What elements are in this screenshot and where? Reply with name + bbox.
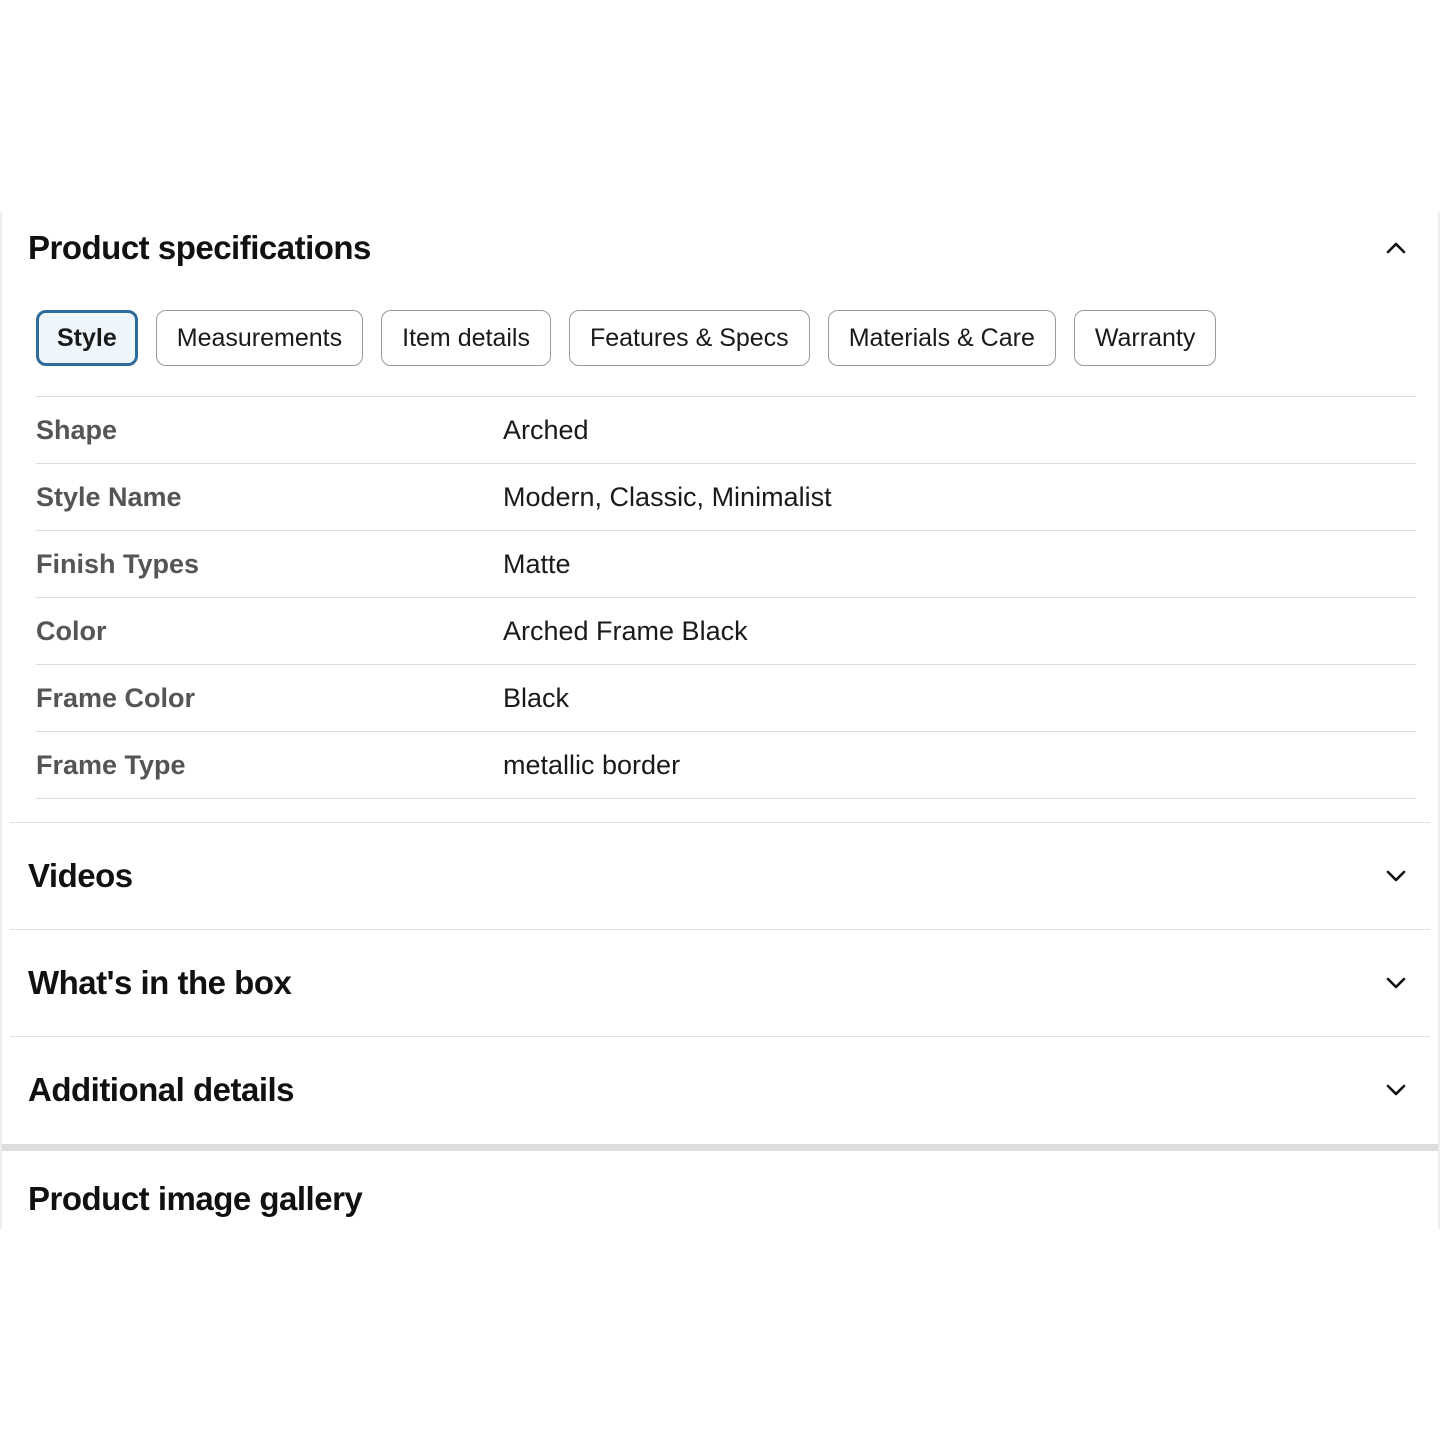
table-row: Frame Type metallic border	[36, 732, 1416, 799]
spec-tabs: Style Measurements Item details Features…	[36, 310, 1217, 366]
product-image-gallery-section: Product image gallery	[10, 1151, 1430, 1247]
videos-header[interactable]: Videos	[10, 823, 1430, 929]
table-row: Shape Arched	[36, 397, 1416, 464]
table-row: Style Name Modern, Classic, Minimalist	[36, 464, 1416, 531]
spec-value: Black	[503, 682, 570, 713]
table-row: Frame Color Black	[36, 665, 1416, 732]
tab-style[interactable]: Style	[36, 310, 138, 366]
tab-warranty[interactable]: Warranty	[1073, 310, 1217, 366]
spec-key: Color	[36, 615, 107, 646]
spec-value: metallic border	[503, 749, 681, 780]
additional-details-section: Additional details	[10, 1037, 1430, 1144]
section-title: Product image gallery	[28, 1180, 363, 1217]
spec-value: Modern, Classic, Minimalist	[503, 481, 832, 512]
spec-key: Style Name	[36, 481, 182, 512]
whats-in-the-box-header[interactable]: What's in the box	[10, 930, 1430, 1036]
spec-key: Shape	[36, 414, 118, 445]
product-specifications-header[interactable]: Product specifications	[10, 212, 1430, 284]
section-title: What's in the box	[28, 964, 292, 1001]
page: Product specifications Style Measurement…	[0, 0, 1440, 1440]
spec-value: Arched Frame Black	[503, 615, 748, 646]
videos-section: Videos	[10, 823, 1430, 930]
tab-materials-care[interactable]: Materials & Care	[827, 310, 1056, 366]
section-title: Additional details	[28, 1071, 295, 1108]
tab-measurements[interactable]: Measurements	[155, 310, 364, 366]
section-title: Videos	[28, 857, 133, 894]
additional-details-header[interactable]: Additional details	[10, 1037, 1430, 1143]
table-row: Finish Types Matte	[36, 531, 1416, 598]
spec-value: Matte	[503, 548, 571, 579]
chevron-down-icon[interactable]	[1384, 971, 1408, 995]
chevron-up-icon[interactable]	[1384, 236, 1408, 260]
product-details-panel: Product specifications Style Measurement…	[0, 212, 1440, 1229]
product-specifications-section: Product specifications Style Measurement…	[10, 212, 1430, 823]
spec-key: Frame Type	[36, 749, 186, 780]
spec-value: Arched	[503, 414, 589, 445]
spec-key: Finish Types	[36, 548, 200, 579]
chevron-down-icon[interactable]	[1384, 864, 1408, 888]
chevron-down-icon[interactable]	[1384, 1078, 1408, 1102]
gallery-header: Product image gallery	[10, 1151, 1430, 1247]
tab-features-specs[interactable]: Features & Specs	[568, 310, 810, 366]
section-title: Product specifications	[28, 229, 371, 266]
spec-key: Frame Color	[36, 682, 196, 713]
spec-table: Shape Arched Style Name Modern, Classic,…	[36, 396, 1416, 799]
table-row: Color Arched Frame Black	[36, 598, 1416, 665]
tab-item-details[interactable]: Item details	[381, 310, 551, 366]
section-divider	[2, 1144, 1438, 1151]
whats-in-the-box-section: What's in the box	[10, 930, 1430, 1037]
